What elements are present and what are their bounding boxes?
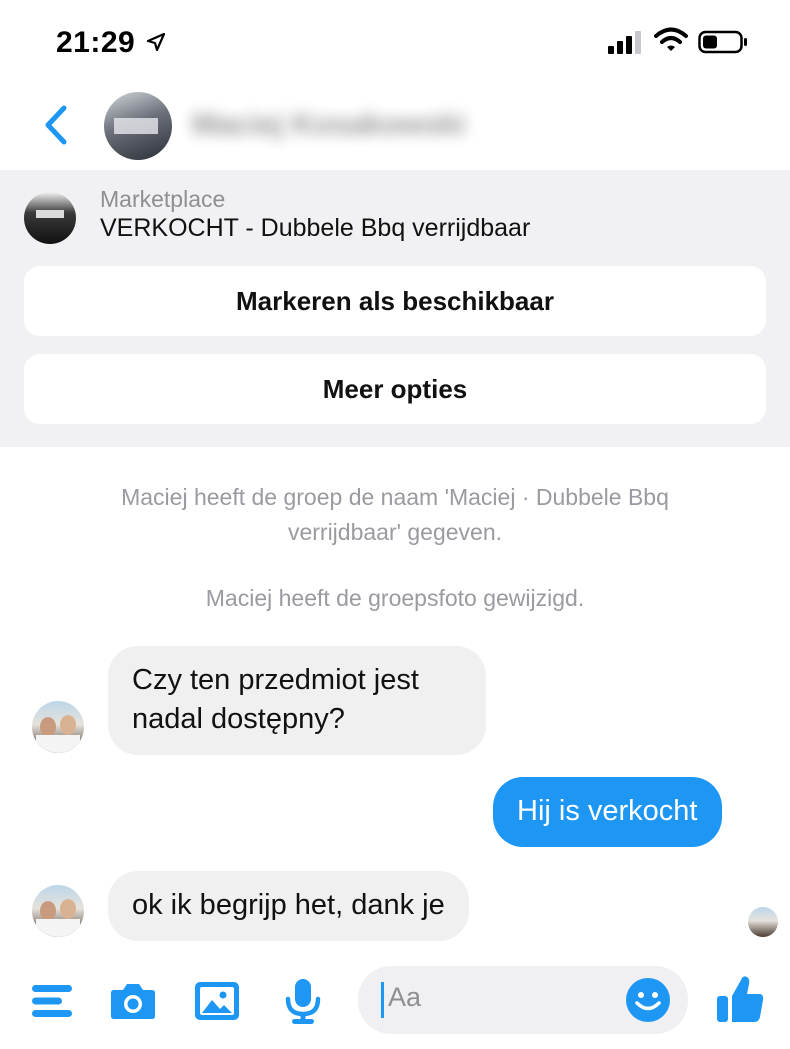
input-placeholder: Aa [388, 982, 422, 1012]
message-bubble-outgoing[interactable]: Hij is verkocht [493, 777, 722, 847]
status-bar: 21:29 [0, 0, 790, 80]
menu-icon[interactable] [28, 976, 78, 1026]
gallery-icon[interactable] [192, 976, 242, 1026]
location-arrow-icon [146, 32, 166, 52]
sender-avatar[interactable] [32, 701, 84, 753]
system-message-group-photo: Maciej heeft de groepsfoto gewijzigd. [205, 585, 585, 611]
message-bubble-incoming[interactable]: Czy ten przedmiot jest nadal dostępny? [108, 646, 486, 755]
sender-avatar[interactable] [32, 885, 84, 937]
read-receipt-avatar [748, 907, 778, 937]
status-time: 21:29 [56, 26, 136, 59]
wifi-icon [654, 27, 688, 51]
system-message-group-name: Maciej heeft de groep de naam 'Maciej · … [121, 484, 669, 545]
emoji-icon[interactable] [624, 976, 672, 1024]
mark-available-button[interactable]: Markeren als beschikbaar [24, 266, 766, 336]
marketplace-panel: Marketplace VERKOCHT - Dubbele Bbq verri… [0, 170, 790, 447]
product-thumbnail[interactable] [24, 192, 76, 244]
text-cursor [381, 982, 384, 1018]
battery-icon [698, 30, 747, 54]
message-bubble-incoming[interactable]: ok ik begrijp het, dank je [108, 871, 469, 941]
chevron-left-icon[interactable] [38, 102, 72, 148]
microphone-icon[interactable] [278, 976, 328, 1026]
contact-avatar[interactable] [104, 92, 172, 160]
camera-icon[interactable] [108, 976, 158, 1026]
marketplace-label: Marketplace [100, 186, 226, 212]
more-options-button[interactable]: Meer opties [24, 354, 766, 424]
conversation-header: Maciej Kosakowski [0, 80, 790, 172]
signal-icon [608, 31, 641, 54]
listing-title[interactable]: VERKOCHT - Dubbele Bbq verrijdbaar [100, 214, 530, 243]
contact-name[interactable]: Maciej Kosakowski [192, 108, 465, 142]
thumbs-up-icon[interactable] [714, 972, 766, 1026]
message-composer: Aa [0, 960, 790, 1049]
